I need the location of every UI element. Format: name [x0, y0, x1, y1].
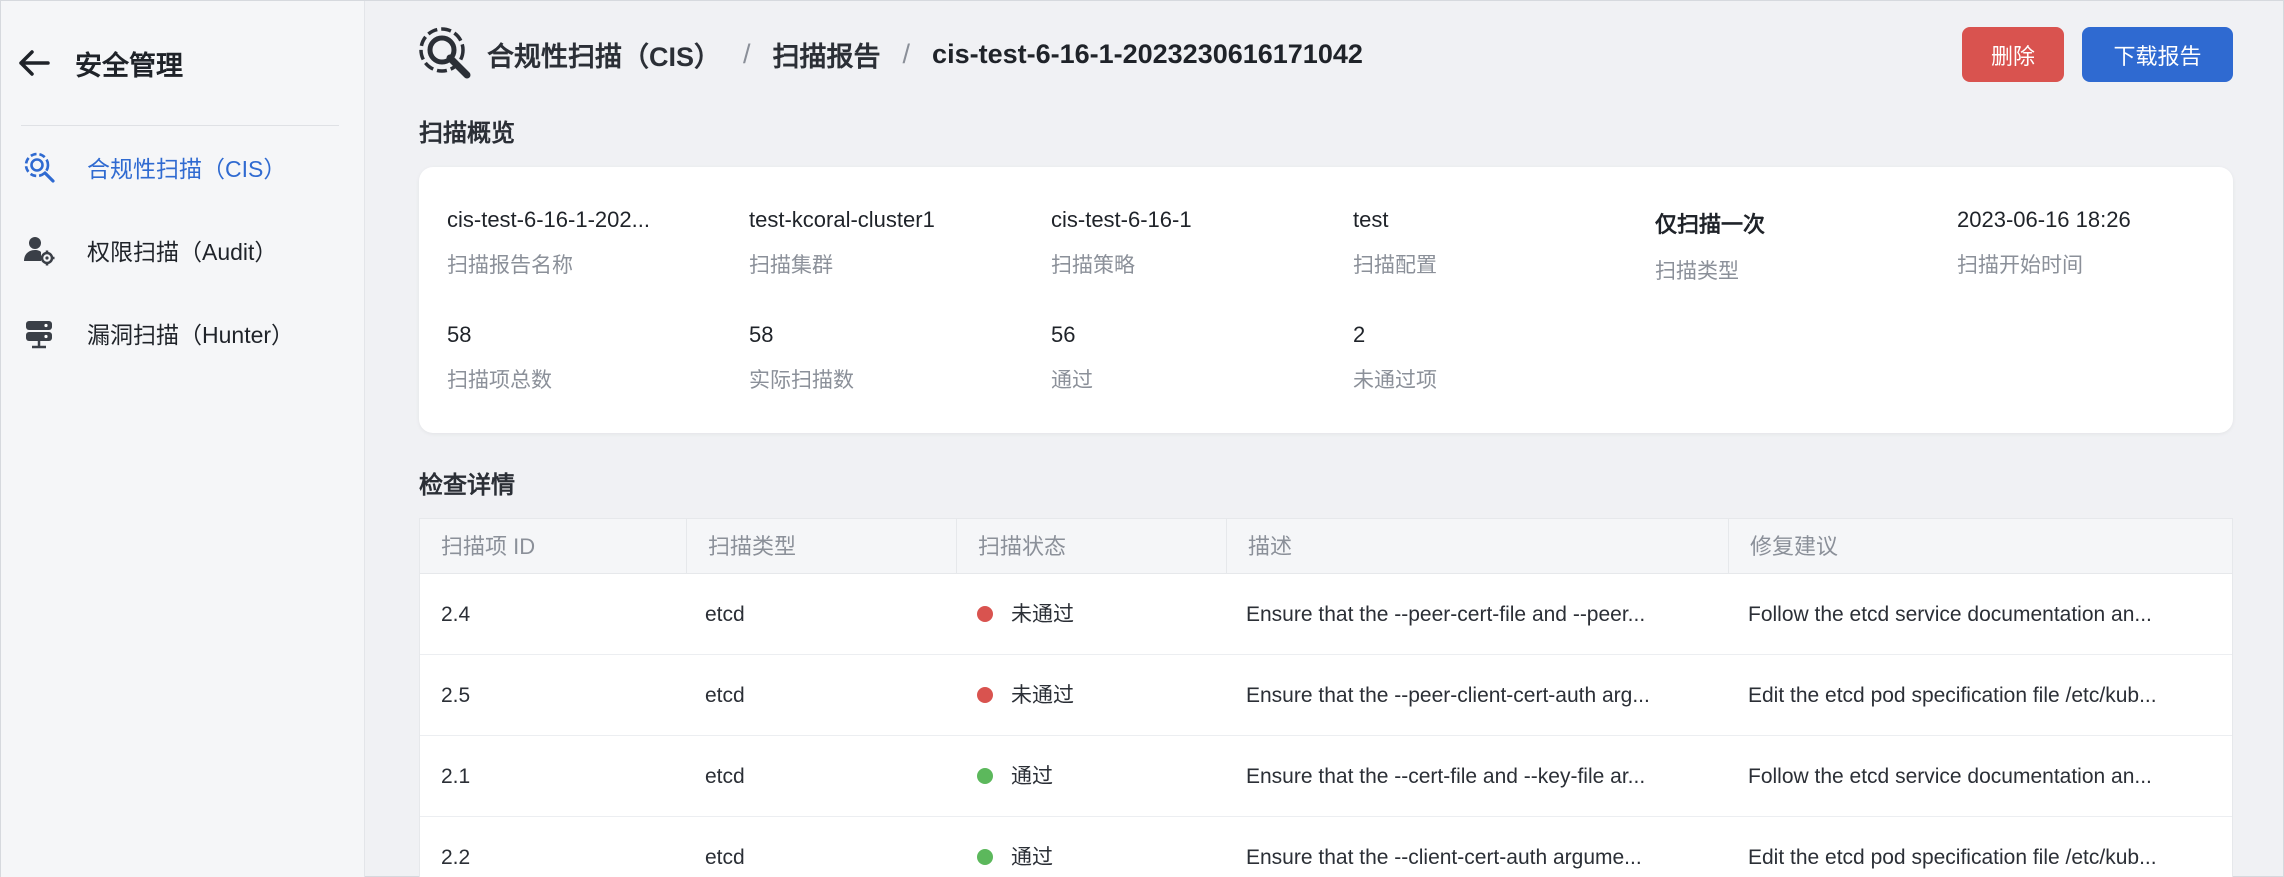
status-text: 通过 [1011, 846, 1053, 869]
sidebar: 安全管理 合规性扫描（CIS） 权限扫描（Audit） 漏洞扫描（Hunter） [1, 1, 365, 877]
breadcrumb: 合规性扫描（CIS） / 扫描报告 / cis-test-6-16-1-2023… [487, 35, 1363, 74]
overview-field: test-kcoral-cluster1 扫描集群 [749, 207, 1039, 279]
field-label: 扫描类型 [1655, 260, 1739, 283]
status-text: 未通过 [1011, 603, 1074, 626]
status-fail-dot-icon [977, 686, 993, 703]
overview-card: cis-test-6-16-1-202... 扫描报告名称 test-kcora… [419, 167, 2233, 433]
field-label: 实际扫描数 [749, 369, 854, 392]
cell-fix: Edit the etcd pod specification file /et… [1748, 684, 2157, 707]
sidebar-item-cis[interactable]: 合规性扫描（CIS） [21, 145, 341, 189]
cell-status: 未通过 [957, 574, 1227, 655]
status-text: 未通过 [1011, 684, 1074, 707]
overview-field: 56 通过 [1051, 322, 1341, 394]
server-stack-icon [21, 315, 57, 351]
overview-field: test 扫描配置 [1353, 207, 1643, 279]
field-label: 扫描报告名称 [447, 254, 573, 277]
delete-button[interactable]: 删除 [1962, 27, 2064, 82]
cell-id: 2.2 [441, 846, 471, 869]
overview-field: cis-test-6-16-1 扫描策略 [1051, 207, 1341, 279]
field-value: test [1353, 207, 1389, 232]
field-value: test-kcoral-cluster1 [749, 207, 935, 232]
table-row[interactable]: 2.2 etcd 通过 Ensure that the --client-cer… [420, 817, 2232, 877]
field-value: cis-test-6-16-1-202... [447, 207, 650, 232]
column-header-id[interactable]: 扫描项 ID [420, 519, 687, 574]
sidebar-title: 安全管理 [75, 50, 183, 81]
table-row[interactable]: 2.4 etcd 未通过 Ensure that the --peer-cert… [420, 574, 2232, 655]
overview-field: cis-test-6-16-1-202... 扫描报告名称 [447, 207, 737, 279]
cell-type: etcd [705, 603, 745, 626]
status-pass-dot-icon [977, 848, 993, 865]
field-value: 仅扫描一次 [1655, 212, 1766, 237]
status-pass-dot-icon [977, 767, 993, 784]
cell-id: 2.5 [441, 684, 471, 707]
cell-type: etcd [705, 765, 745, 788]
cell-status: 通过 [957, 817, 1227, 877]
cell-id: 2.1 [441, 765, 471, 788]
field-label: 扫描项总数 [447, 369, 552, 392]
overview-field: 仅扫描一次 扫描类型 [1655, 207, 1945, 285]
sidebar-item-audit[interactable]: 权限扫描（Audit） [21, 228, 341, 272]
field-value: 58 [749, 322, 774, 347]
sidebar-item-label: 合规性扫描（CIS） [87, 156, 287, 182]
field-label: 通过 [1051, 369, 1093, 392]
sidebar-divider [21, 125, 339, 126]
breadcrumb-separator: / [743, 38, 751, 69]
cell-type: etcd [705, 846, 745, 869]
details-title: 检查详情 [419, 472, 515, 499]
field-label: 扫描策略 [1051, 254, 1135, 277]
cell-fix: Follow the etcd service documentation an… [1748, 765, 2152, 788]
field-value: 2 [1353, 322, 1366, 347]
breadcrumb-root[interactable]: 合规性扫描（CIS） [487, 35, 721, 74]
field-label: 扫描配置 [1353, 254, 1437, 277]
field-value: cis-test-6-16-1 [1051, 207, 1192, 232]
field-value: 2023-06-16 18:26 [1957, 207, 2131, 232]
field-value: 58 [447, 322, 472, 347]
cell-description: Ensure that the --cert-file and --key-fi… [1246, 765, 1646, 788]
sidebar-item-hunter[interactable]: 漏洞扫描（Hunter） [21, 311, 341, 355]
overview-field: 2 未通过项 [1353, 322, 1643, 394]
field-label: 未通过项 [1353, 369, 1437, 392]
cell-id: 2.4 [441, 603, 471, 626]
status-text: 通过 [1011, 765, 1053, 788]
page-header: 合规性扫描（CIS） / 扫描报告 / cis-test-6-16-1-2023… [417, 23, 1363, 85]
user-gear-icon [21, 232, 57, 268]
cell-description: Ensure that the --peer-client-cert-auth … [1246, 684, 1650, 707]
field-label: 扫描开始时间 [1957, 254, 2083, 277]
cell-type: etcd [705, 684, 745, 707]
breadcrumb-current: cis-test-6-16-1-2023230616171042 [932, 38, 1363, 69]
column-header-type[interactable]: 扫描类型 [687, 519, 957, 574]
table-header: 扫描项 ID 扫描类型 扫描状态 描述 修复建议 [420, 519, 2232, 574]
field-label: 扫描集群 [749, 254, 833, 277]
cell-fix: Edit the etcd pod specification file /et… [1748, 846, 2157, 869]
overview-field: 2023-06-16 18:26 扫描开始时间 [1957, 207, 2247, 279]
cis-scan-icon [21, 149, 57, 185]
overview-field: 58 实际扫描数 [749, 322, 1039, 394]
status-fail-dot-icon [977, 605, 993, 622]
table-row[interactable]: 2.5 etcd 未通过 Ensure that the --peer-clie… [420, 655, 2232, 736]
column-header-description[interactable]: 描述 [1227, 519, 1729, 574]
cell-description: Ensure that the --peer-cert-file and --p… [1246, 603, 1646, 626]
column-header-status[interactable]: 扫描状态 [957, 519, 1227, 574]
breadcrumb-separator: / [902, 38, 911, 69]
overview-title: 扫描概览 [419, 120, 515, 147]
cell-status: 通过 [957, 736, 1227, 817]
sidebar-item-label: 权限扫描（Audit） [87, 239, 278, 265]
cell-status: 未通过 [957, 655, 1227, 736]
cell-description: Ensure that the --client-cert-auth argum… [1246, 846, 1642, 869]
download-report-button[interactable]: 下载报告 [2082, 27, 2233, 82]
breadcrumb-middle[interactable]: 扫描报告 [773, 35, 881, 74]
cell-fix: Follow the etcd service documentation an… [1748, 603, 2152, 626]
app-window: 安全管理 合规性扫描（CIS） 权限扫描（Audit） 漏洞扫描（Hunter）… [0, 0, 2284, 877]
column-header-fix[interactable]: 修复建议 [1729, 519, 2232, 574]
back-arrow-icon[interactable] [17, 46, 51, 80]
sidebar-header: 安全管理 [17, 41, 183, 85]
details-table: 扫描项 ID 扫描类型 扫描状态 描述 修复建议 2.4 etcd 未通过 En… [419, 518, 2233, 877]
cis-logo-icon [417, 25, 475, 83]
field-value: 56 [1051, 322, 1076, 347]
main-content: 合规性扫描（CIS） / 扫描报告 / cis-test-6-16-1-2023… [365, 1, 2284, 877]
sidebar-item-label: 漏洞扫描（Hunter） [87, 322, 295, 348]
overview-field: 58 扫描项总数 [447, 322, 737, 394]
table-row[interactable]: 2.1 etcd 通过 Ensure that the --cert-file … [420, 736, 2232, 817]
